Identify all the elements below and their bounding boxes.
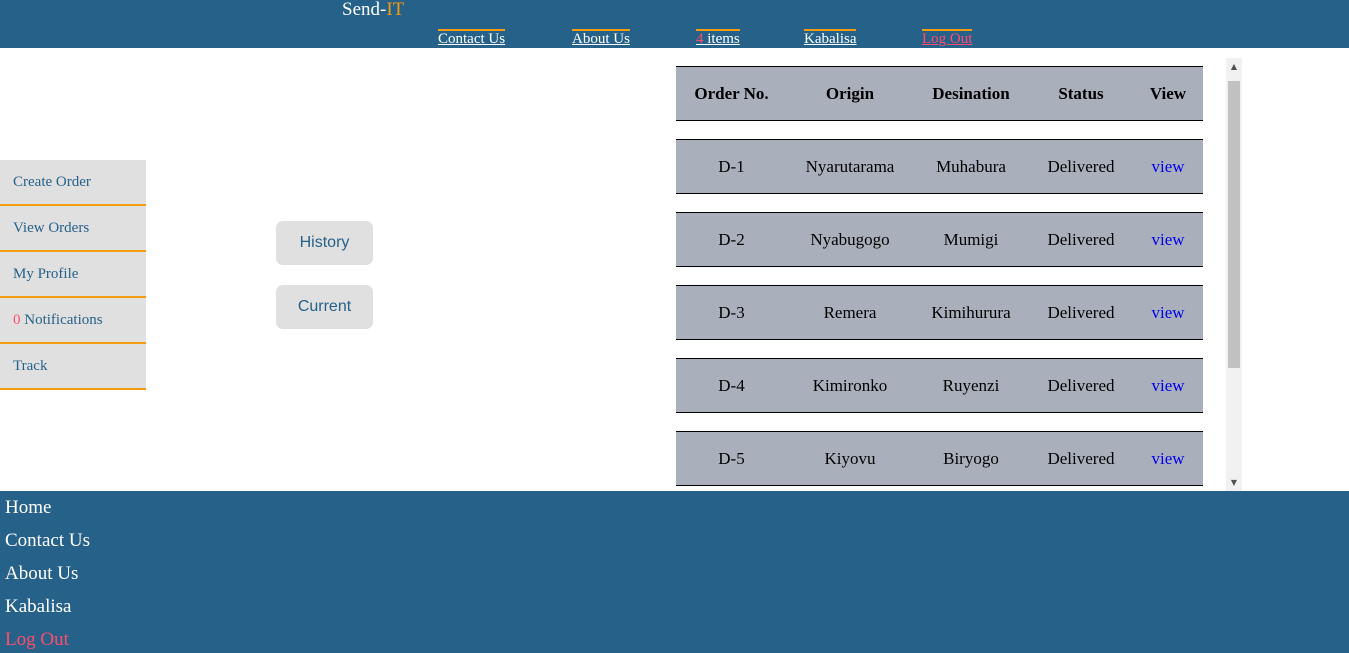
status-cell: Delivered [1029,358,1133,413]
column-header-view: View [1133,66,1203,121]
origin-cell: Nyarutarama [787,139,913,194]
destination-cell: Ruyenzi [913,358,1029,413]
triangle-up-icon[interactable]: ▲ [1226,58,1242,75]
column-header-origin: Origin [787,66,913,121]
footer: Home Contact Us About Us Kabalisa Log Ou… [0,491,1349,653]
notifications-count: 0 [13,312,21,328]
current-button[interactable]: Current [276,285,373,329]
table-scrollbar[interactable]: ▲ ▼ [1226,58,1242,491]
nav-cart-items[interactable]: 4 items [696,29,740,48]
sidebar-item-create-order[interactable]: Create Order [0,160,146,206]
view-link[interactable]: view [1133,212,1203,267]
table-row: D-4 Kimironko Ruyenzi Delivered view [676,358,1203,413]
view-link[interactable]: view [1133,431,1203,486]
column-header-order-no: Order No. [676,66,787,121]
origin-cell: Remera [787,285,913,340]
footer-link-about-us[interactable]: About Us [5,563,78,585]
scrollbar-thumb[interactable] [1228,81,1240,368]
top-navbar: Send-IT Contact Us About Us 4 items Kaba… [0,0,1349,48]
order-number-cell: D-5 [676,431,787,486]
table-header-row: Order No. Origin Desination Status View [676,66,1203,121]
view-link[interactable]: view [1133,139,1203,194]
column-header-status: Status [1029,66,1133,121]
footer-link-user[interactable]: Kabalisa [5,596,71,618]
cart-label: items [703,31,740,47]
origin-cell: Kimironko [787,358,913,413]
sidebar-item-view-orders[interactable]: View Orders [0,206,146,252]
table-row: D-5 Kiyovu Biryogo Delivered view [676,431,1203,486]
status-cell: Delivered [1029,212,1133,267]
status-cell: Delivered [1029,431,1133,486]
order-number-cell: D-3 [676,285,787,340]
view-link[interactable]: view [1133,358,1203,413]
status-cell: Delivered [1029,139,1133,194]
status-cell: Delivered [1029,285,1133,340]
nav-about-us[interactable]: About Us [572,29,630,48]
sidebar-item-notifications[interactable]: 0 Notifications [0,298,146,344]
cart-count: 4 [696,31,704,47]
origin-cell: Kiyovu [787,431,913,486]
brand-logo[interactable]: Send-IT [342,0,404,21]
table-row: D-2 Nyabugogo Mumigi Delivered view [676,212,1203,267]
nav-user-profile[interactable]: Kabalisa [804,29,857,48]
orders-table-container: Order No. Origin Desination Status View … [676,58,1242,491]
destination-cell: Biryogo [913,431,1029,486]
order-number-cell: D-2 [676,212,787,267]
footer-link-contact-us[interactable]: Contact Us [5,530,90,552]
nav-contact-us[interactable]: Contact Us [438,29,506,48]
column-header-destination: Desination [913,66,1029,121]
sidebar-item-track[interactable]: Track [0,344,146,390]
destination-cell: Muhabura [913,139,1029,194]
brand-accent-text: IT [386,0,405,20]
sidebar: Create Order View Orders My Profile 0 No… [0,160,146,390]
history-button[interactable]: History [276,221,373,265]
origin-cell: Nyabugogo [787,212,913,267]
nav-logout[interactable]: Log Out [922,29,973,48]
triangle-down-icon[interactable]: ▼ [1226,474,1242,491]
table-row: D-1 Nyarutarama Muhabura Delivered view [676,139,1203,194]
order-number-cell: D-4 [676,358,787,413]
destination-cell: Mumigi [913,212,1029,267]
brand-main-text: Send- [342,0,387,20]
order-number-cell: D-1 [676,139,787,194]
destination-cell: Kimihurura [913,285,1029,340]
footer-link-home[interactable]: Home [5,497,51,519]
orders-table: Order No. Origin Desination Status View … [676,58,1203,491]
footer-link-logout[interactable]: Log Out [5,629,69,651]
notifications-label: Notifications [20,312,103,328]
table-row: D-3 Remera Kimihurura Delivered view [676,285,1203,340]
view-link[interactable]: view [1133,285,1203,340]
sidebar-item-my-profile[interactable]: My Profile [0,252,146,298]
